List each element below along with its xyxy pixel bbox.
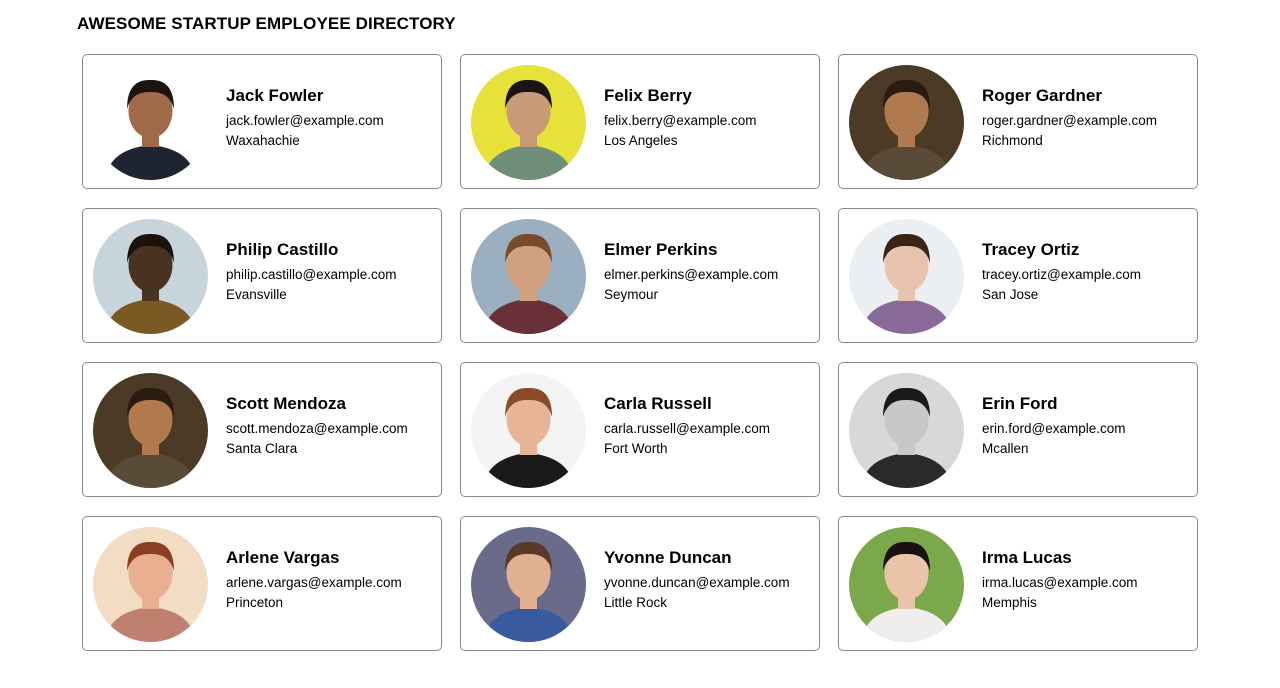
employee-card[interactable]: Elmer Perkins elmer.perkins@example.com Se… — [460, 208, 820, 343]
employee-avatar — [93, 65, 208, 180]
employee-info: Tracey Ortiz tracey.ortiz@example.com San … — [982, 239, 1191, 304]
employee-name: Tracey Ortiz — [982, 240, 1080, 259]
employee-card[interactable]: Tracey Ortiz tracey.ortiz@example.com San … — [838, 208, 1198, 343]
employee-city: Evansville — [226, 287, 287, 302]
employee-city: Richmond — [982, 133, 1043, 148]
employee-city: San Jose — [982, 287, 1039, 302]
employee-email: roger.gardner@example.com — [982, 113, 1158, 128]
employee-card[interactable]: Yvonne Duncan yvonne.duncan@example.com Li… — [460, 516, 820, 651]
employee-info: Elmer Perkins elmer.perkins@example.com Se… — [604, 239, 813, 304]
employee-city: Little Rock — [604, 595, 668, 610]
employee-name: Arlene Vargas — [226, 548, 340, 567]
employee-email: jack.fowler@example.com — [226, 113, 384, 128]
page-title: AWESOME STARTUP EMPLOYEE DIRECTORY — [77, 14, 456, 33]
employee-name: Scott Mendoza — [226, 394, 346, 413]
employee-avatar — [849, 373, 964, 488]
employee-avatar — [471, 527, 586, 642]
employee-card[interactable]: Felix Berry felix.berry@example.com Los An… — [460, 54, 820, 189]
employee-info: Yvonne Duncan yvonne.duncan@example.com Li… — [604, 547, 813, 612]
employee-avatar — [93, 527, 208, 642]
employee-card[interactable]: Erin Ford erin.ford@example.com Mcallen — [838, 362, 1198, 497]
employee-city: Mcallen — [982, 441, 1029, 456]
employee-name: Elmer Perkins — [604, 240, 718, 259]
employee-name: Jack Fowler — [226, 86, 324, 105]
employee-email: yvonne.duncan@example.com — [604, 575, 790, 590]
employee-info: Scott Mendoza scott.mendoza@example.com Sa… — [226, 393, 435, 458]
employee-city: Memphis — [982, 595, 1037, 610]
employee-city: Waxahachie — [226, 133, 300, 148]
employee-info: Erin Ford erin.ford@example.com Mcallen — [982, 393, 1191, 458]
employee-card[interactable]: Roger Gardner roger.gardner@example.com Ri… — [838, 54, 1198, 189]
employee-info: Carla Russell carla.russell@example.com Fo… — [604, 393, 813, 458]
employee-info: Arlene Vargas arlene.vargas@example.com Pr… — [226, 547, 435, 612]
employee-info: Jack Fowler jack.fowler@example.com Waxaha… — [226, 85, 435, 150]
employee-avatar — [93, 219, 208, 334]
employee-info: Irma Lucas irma.lucas@example.com Memphis — [982, 547, 1191, 612]
employee-city: Fort Worth — [604, 441, 668, 456]
employee-city: Princeton — [226, 595, 284, 610]
employee-email: tracey.ortiz@example.com — [982, 267, 1142, 282]
employee-email: arlene.vargas@example.com — [226, 575, 402, 590]
employee-info: Roger Gardner roger.gardner@example.com Ri… — [982, 85, 1191, 150]
employee-card[interactable]: Arlene Vargas arlene.vargas@example.com Pr… — [82, 516, 442, 651]
employee-avatar — [471, 219, 586, 334]
employee-city: Santa Clara — [226, 441, 298, 456]
employee-email: felix.berry@example.com — [604, 113, 757, 128]
employee-email: elmer.perkins@example.com — [604, 267, 779, 282]
employee-info: Felix Berry felix.berry@example.com Los An… — [604, 85, 813, 150]
employee-name: Roger Gardner — [982, 86, 1102, 105]
employee-name: Yvonne Duncan — [604, 548, 732, 567]
employee-card[interactable]: Philip Castillo philip.castillo@example.c… — [82, 208, 442, 343]
employee-email: scott.mendoza@example.com — [226, 421, 408, 436]
employee-avatar — [849, 527, 964, 642]
employee-avatar — [471, 65, 586, 180]
employee-grid: Jack Fowler jack.fowler@example.com Waxaha… — [82, 54, 1198, 651]
employee-email: philip.castillo@example.com — [226, 267, 397, 282]
employee-card[interactable]: Irma Lucas irma.lucas@example.com Memphis — [838, 516, 1198, 651]
employee-card[interactable]: Jack Fowler jack.fowler@example.com Waxaha… — [82, 54, 442, 189]
employee-name: Irma Lucas — [982, 548, 1072, 567]
employee-avatar — [471, 373, 586, 488]
employee-info: Philip Castillo philip.castillo@example.c… — [226, 239, 435, 304]
employee-email: erin.ford@example.com — [982, 421, 1126, 436]
employee-card[interactable]: Carla Russell carla.russell@example.com Fo… — [460, 362, 820, 497]
employee-city: Los Angeles — [604, 133, 678, 148]
employee-avatar — [93, 373, 208, 488]
employee-card[interactable]: Scott Mendoza scott.mendoza@example.com Sa… — [82, 362, 442, 497]
employee-avatar — [849, 219, 964, 334]
employee-name: Erin Ford — [982, 394, 1058, 413]
employee-email: carla.russell@example.com — [604, 421, 771, 436]
employee-name: Philip Castillo — [226, 240, 339, 259]
employee-avatar — [849, 65, 964, 180]
employee-name: Felix Berry — [604, 86, 692, 105]
employee-email: irma.lucas@example.com — [982, 575, 1138, 590]
employee-name: Carla Russell — [604, 394, 712, 413]
employee-city: Seymour — [604, 287, 659, 302]
